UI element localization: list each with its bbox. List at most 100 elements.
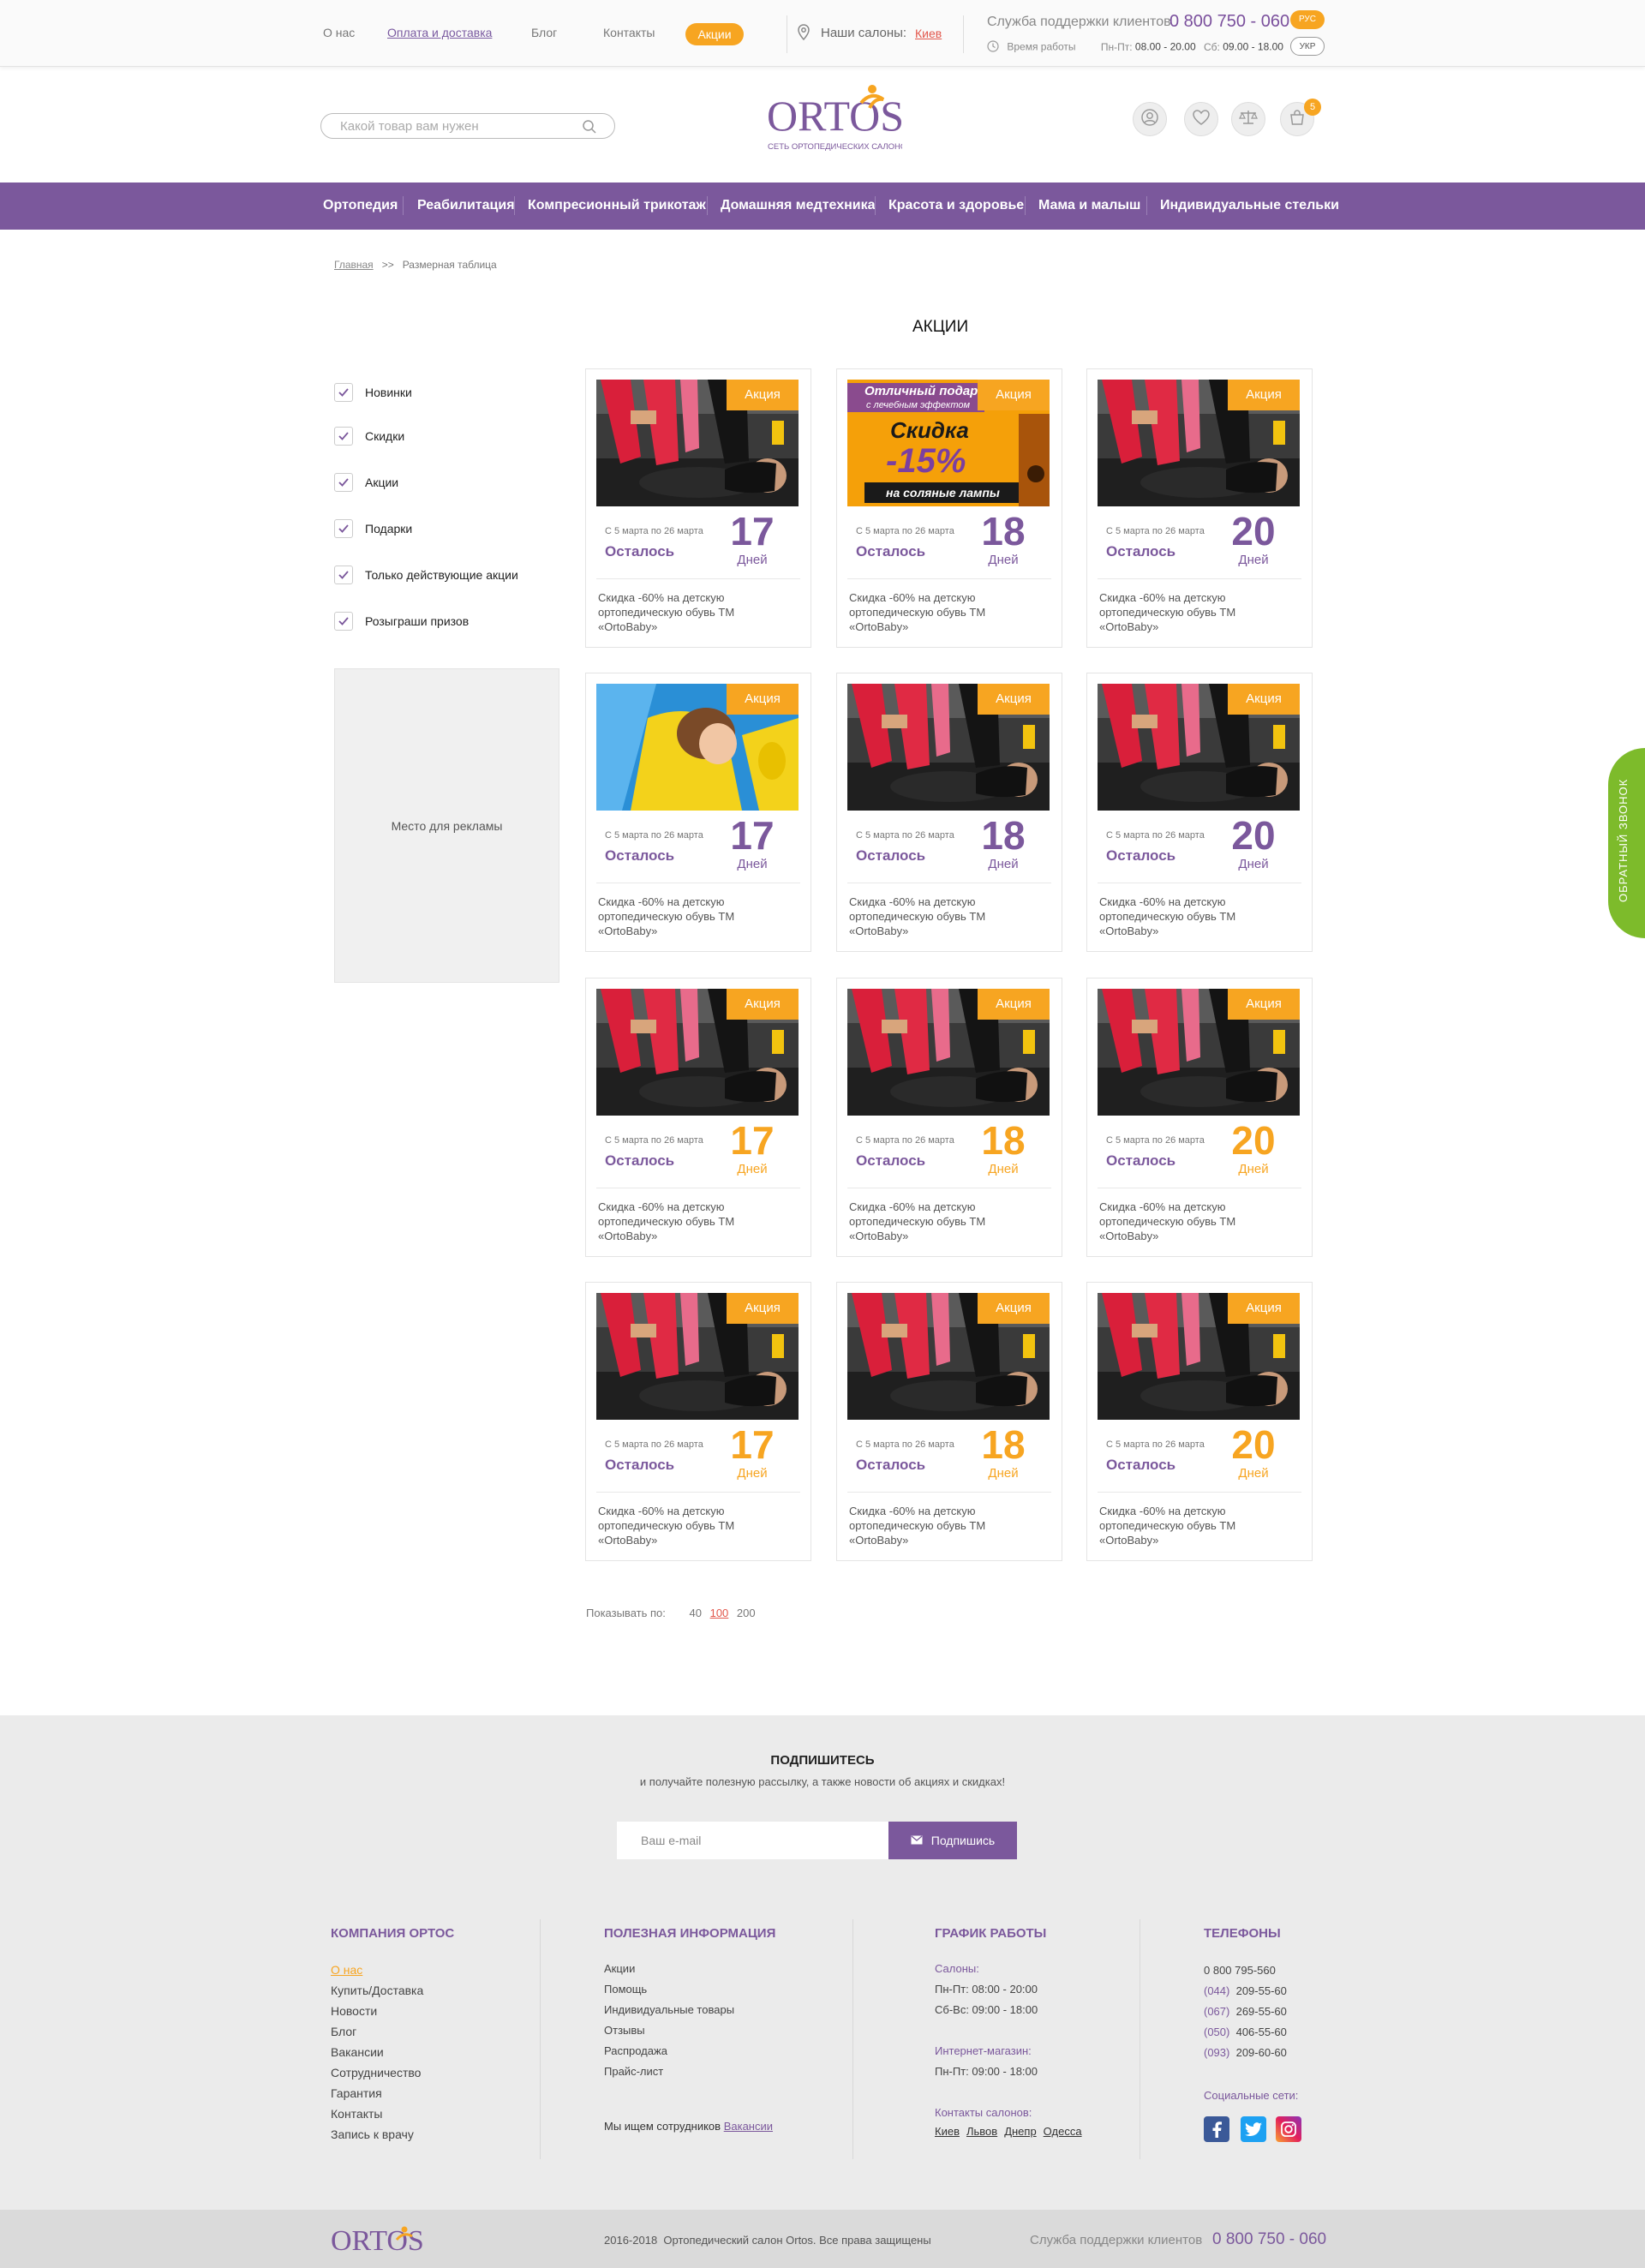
footer-link-help[interactable]: Помощь: [604, 1983, 647, 1996]
footer-link-individual[interactable]: Индивидуальные товары: [604, 2003, 734, 2016]
nav-item-compression[interactable]: Компресионный трикотаж: [528, 198, 706, 213]
support-phone[interactable]: 0 800 750 - 060: [1169, 12, 1289, 32]
promotion-card[interactable]: Акция С 5 марта по 26 марта Осталось 17 Дней…: [585, 368, 811, 648]
promotion-description[interactable]: Скидка -60% на детскую ортопедическую об…: [849, 590, 1020, 634]
checkbox[interactable]: [334, 427, 353, 446]
promotion-image[interactable]: Акция: [847, 1293, 1050, 1420]
promotion-description[interactable]: Скидка -60% на детскую ортопедическую об…: [849, 895, 1020, 938]
top-link-blog[interactable]: Блог: [531, 26, 557, 39]
promotion-description[interactable]: Скидка -60% на детскую ортопедическую об…: [1099, 1504, 1271, 1547]
promotion-image[interactable]: Акция: [596, 989, 799, 1116]
checkbox[interactable]: [334, 383, 353, 402]
footer-link-buy-delivery[interactable]: Купить/Доставка: [331, 1984, 423, 1997]
nav-item-rehabilitation[interactable]: Реабилитация: [417, 198, 515, 213]
footer-link-cooperation[interactable]: Сотрудничество: [331, 2066, 421, 2079]
top-link-about[interactable]: О нас: [323, 26, 355, 39]
bottom-support-phone[interactable]: 0 800 750 - 060: [1212, 2230, 1326, 2249]
promotion-image[interactable]: Акция: [847, 684, 1050, 811]
twitter-icon[interactable]: [1241, 2116, 1266, 2142]
footer-link-about[interactable]: О нас: [331, 1963, 362, 1977]
footer-link-vacancies[interactable]: Вакансии: [331, 2045, 384, 2059]
promotion-description[interactable]: Скидка -60% на детскую ортопедическую об…: [1099, 1200, 1271, 1243]
top-link-contacts[interactable]: Контакты: [603, 26, 655, 39]
salons-city-select[interactable]: Киев: [915, 27, 942, 40]
promotion-description[interactable]: Скидка -60% на детскую ортопедическую об…: [1099, 590, 1271, 634]
promotion-description[interactable]: Скидка -60% на детскую ортопедическую об…: [598, 590, 769, 634]
promotion-card[interactable]: Акция С 5 марта по 26 марта Осталось 17 Дней…: [585, 673, 811, 952]
lang-ru-button[interactable]: РУС: [1290, 10, 1325, 29]
footer-link-doctor-appointment[interactable]: Запись к врачу: [331, 2127, 414, 2141]
page-size-option-200[interactable]: 200: [737, 1607, 756, 1619]
filter-active-only[interactable]: Только действующие акции: [334, 565, 518, 585]
promotion-image[interactable]: Акция: [1098, 989, 1300, 1116]
promotion-card[interactable]: Акция С 5 марта по 26 марта Осталось 20 Дней…: [1086, 368, 1313, 648]
promotion-image[interactable]: Акция: [596, 684, 799, 811]
city-link-lviv[interactable]: Львов: [966, 2125, 997, 2138]
promotion-image[interactable]: Акция: [1098, 380, 1300, 506]
phone-row[interactable]: (050) 406-55-60: [1204, 2022, 1287, 2043]
footer-logo[interactable]: ORTOS: [331, 2221, 425, 2263]
footer-link-blog[interactable]: Блог: [331, 2025, 356, 2038]
phone-row[interactable]: (044) 209-55-60: [1204, 1981, 1287, 2002]
footer-link-contacts[interactable]: Контакты: [331, 2107, 382, 2121]
checkbox[interactable]: [334, 612, 353, 631]
page-size-option-40[interactable]: 40: [690, 1607, 702, 1619]
promotion-image[interactable]: Акция: [1098, 1293, 1300, 1420]
callback-tab[interactable]: ОБРАТНЫЙ ЗВОНОК: [1608, 748, 1645, 938]
top-link-promotions[interactable]: Акции: [685, 23, 744, 45]
city-link-dnipro[interactable]: Днепр: [1004, 2125, 1036, 2138]
search-icon[interactable]: [582, 119, 597, 139]
promotion-description[interactable]: Скидка -60% на детскую ортопедическую об…: [849, 1504, 1020, 1547]
promotion-card[interactable]: Акция С 5 марта по 26 марта Осталось 20 Дней…: [1086, 1282, 1313, 1561]
filter-new[interactable]: Новинки: [334, 382, 412, 403]
promotion-image[interactable]: Акция: [596, 380, 799, 506]
footer-link-pricelist[interactable]: Прайс-лист: [604, 2065, 663, 2078]
nav-item-orthopedics[interactable]: Ортопедия: [323, 198, 398, 213]
promotion-card[interactable]: Акция С 5 марта по 26 марта Осталось 18 Дней…: [836, 673, 1062, 952]
promotion-card[interactable]: Акция С 5 марта по 26 марта Осталось 17 Дней…: [585, 1282, 811, 1561]
phone-row[interactable]: (093) 209-60-60: [1204, 2043, 1287, 2063]
promotion-description[interactable]: Скидка -60% на детскую ортопедическую об…: [849, 1200, 1020, 1243]
footer-link-sale[interactable]: Распродажа: [604, 2044, 667, 2057]
search-input[interactable]: [340, 114, 580, 138]
filter-discounts[interactable]: Скидки: [334, 426, 404, 446]
promotion-card[interactable]: Акция С 5 марта по 26 марта Осталось 18 Дней…: [836, 978, 1062, 1257]
promotion-image[interactable]: Акция: [1098, 684, 1300, 811]
logo[interactable]: ORTOS СЕТЬ ОРТОПЕДИЧЕСКИХ САЛОНОВ: [765, 79, 912, 158]
promotion-card[interactable]: Акция С 5 марта по 26 марта Осталось 18 Дней…: [836, 1282, 1062, 1561]
promotion-card[interactable]: Отличный подарок с лечебным эффектом Скидк…: [836, 368, 1062, 648]
filter-prize-draws[interactable]: Розыграши призов: [334, 611, 469, 631]
facebook-icon[interactable]: [1204, 2116, 1229, 2142]
nav-item-home-medtech[interactable]: Домашняя медтехника: [721, 198, 876, 213]
footer-link-reviews[interactable]: Отзывы: [604, 2024, 645, 2037]
promotion-image[interactable]: Акция: [847, 989, 1050, 1116]
nav-item-mom-baby[interactable]: Мама и малыш: [1038, 198, 1140, 213]
email-field[interactable]: [617, 1822, 888, 1859]
promotion-description[interactable]: Скидка -60% на детскую ортопедическую об…: [1099, 895, 1271, 938]
instagram-icon[interactable]: [1276, 2116, 1301, 2142]
top-link-payment-delivery[interactable]: Оплата и доставка: [387, 26, 492, 39]
nav-item-beauty-health[interactable]: Красота и здоровье: [888, 198, 1024, 213]
nav-item-insoles[interactable]: Индивидуальные стельки: [1160, 198, 1339, 213]
filter-promotions[interactable]: Акции: [334, 472, 398, 493]
promotion-description[interactable]: Скидка -60% на детскую ортопедическую об…: [598, 1504, 769, 1547]
checkbox[interactable]: [334, 519, 353, 538]
compare-button[interactable]: [1231, 102, 1265, 136]
filter-gifts[interactable]: Подарки: [334, 518, 412, 539]
breadcrumb-home-link[interactable]: Главная: [334, 259, 374, 271]
footer-link-warranty[interactable]: Гарантия: [331, 2086, 382, 2100]
checkbox[interactable]: [334, 566, 353, 584]
promotion-card[interactable]: Акция С 5 марта по 26 марта Осталось 17 Дней…: [585, 978, 811, 1257]
city-link-kyiv[interactable]: Киев: [935, 2125, 960, 2138]
promotion-description[interactable]: Скидка -60% на детскую ортопедическую об…: [598, 1200, 769, 1243]
subscribe-button[interactable]: Подпишись: [888, 1822, 1017, 1859]
account-button[interactable]: [1133, 102, 1167, 136]
footer-link-news[interactable]: Новости: [331, 2004, 377, 2018]
phone-main[interactable]: 0 800 795-560: [1204, 1960, 1287, 1981]
jobs-link[interactable]: Вакансии: [724, 2120, 773, 2133]
wishlist-button[interactable]: [1184, 102, 1218, 136]
checkbox[interactable]: [334, 473, 353, 492]
promotion-image[interactable]: Отличный подарок с лечебным эффектом Скидк…: [847, 380, 1050, 506]
city-link-odesa[interactable]: Одесса: [1044, 2125, 1082, 2138]
phone-row[interactable]: (067) 269-55-60: [1204, 2002, 1287, 2022]
